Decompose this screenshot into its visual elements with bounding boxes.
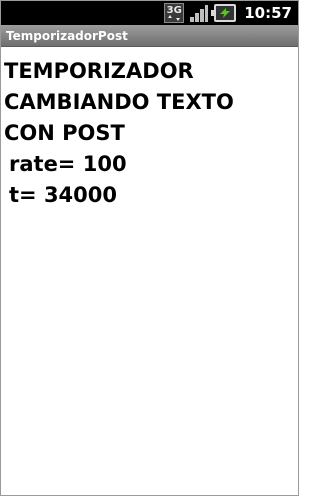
status-bar: 3G 10:57 <box>1 1 298 25</box>
app-title-bar: TemporizadorPost <box>1 25 298 47</box>
charging-bolt-icon <box>220 8 231 18</box>
heading-line-3: CON POST <box>4 121 125 145</box>
phone-screen: 3G 10:57 TemporizadorPost TEMPORIZADOR C… <box>0 0 299 496</box>
heading-line-2: CAMBIANDO TEXTO <box>4 90 234 114</box>
data-arrows-icon <box>168 15 181 21</box>
3g-data-icon: 3G <box>164 3 185 23</box>
main-text-view: TEMPORIZADOR CAMBIANDO TEXTO CON POST ra… <box>4 56 296 211</box>
rate-value-text: rate= 100 <box>9 152 127 176</box>
battery-charging-icon <box>211 4 237 22</box>
heading-line-1: TEMPORIZADOR <box>4 59 194 83</box>
status-clock: 10:57 <box>244 4 292 22</box>
signal-strength-icon <box>189 3 209 23</box>
app-title: TemporizadorPost <box>6 28 128 43</box>
timer-value-text: t= 34000 <box>9 183 118 207</box>
